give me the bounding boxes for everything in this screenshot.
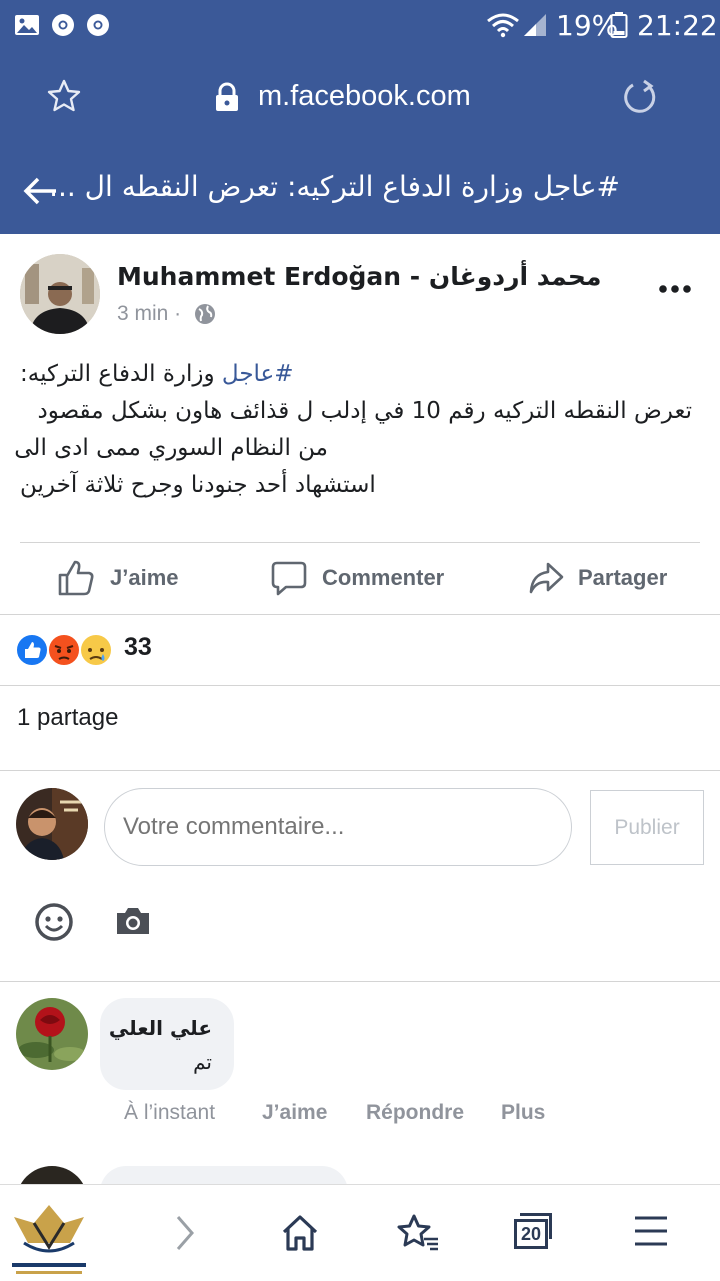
bottom-navigation: 20 — [0, 1184, 720, 1281]
angry-reaction-icon — [47, 633, 81, 667]
post-author-name[interactable]: Muhammet Erdoğan - محمد أردوغان — [117, 262, 601, 291]
lock-icon — [216, 82, 238, 111]
divider — [0, 614, 720, 615]
comment-author[interactable]: علي العلي — [109, 1016, 212, 1040]
page-header: #عاجل وزارة الدفاع التركيه: تعرض النقطه … — [0, 146, 720, 234]
current-user-avatar — [16, 788, 88, 860]
comment-bubble[interactable]: علي العلي تم — [100, 998, 234, 1090]
bookmark-star-icon[interactable] — [46, 78, 82, 114]
battery-icon — [610, 12, 628, 38]
post-line-1-colon: : — [20, 361, 28, 387]
post-line-4: استشهاد أحد جنودنا وجرح ثلاثة آخرين — [20, 472, 376, 498]
forward-icon[interactable] — [174, 1213, 196, 1253]
thumbs-up-icon — [58, 560, 94, 596]
like-button[interactable]: J’aime — [56, 556, 179, 600]
publish-button[interactable]: Publier — [590, 790, 704, 865]
more-options-icon[interactable] — [658, 284, 692, 294]
post-text: #عاجل وزارة الدفاع التركيه: تعرض النقطه … — [14, 356, 692, 504]
bookmarks-icon[interactable] — [396, 1213, 440, 1253]
signal-icon — [524, 14, 546, 36]
chrome-icon — [52, 14, 74, 36]
home-icon[interactable] — [280, 1213, 320, 1253]
rose-photo — [16, 998, 88, 1070]
sticker-smiley-icon[interactable] — [34, 902, 74, 942]
author-avatar[interactable] — [20, 254, 100, 334]
share-button[interactable]: Partager — [528, 556, 667, 600]
post-line-1-text: وزارة الدفاع التركيه — [27, 361, 215, 387]
like-label: J’aime — [110, 565, 179, 590]
divider — [20, 542, 700, 543]
post-line-2: تعرض النقطه التركيه رقم 10 في إدلب ل قذا… — [37, 398, 692, 424]
comment-label: Commenter — [322, 565, 445, 590]
divider — [0, 685, 720, 686]
current-user-photo — [16, 788, 88, 860]
author-photo — [20, 254, 100, 334]
status-bar: 19% 21:22 — [0, 0, 720, 50]
divider — [0, 770, 720, 771]
reload-icon[interactable] — [621, 78, 659, 116]
page-title: #عاجل وزارة الدفاع التركيه: تعرض النقطه … — [49, 170, 620, 203]
chrome-icon-2 — [87, 14, 109, 36]
comment-button[interactable]: Commenter — [270, 556, 444, 600]
comment-bubble-icon — [271, 561, 307, 596]
tabs-button[interactable]: 20 — [512, 1213, 554, 1253]
forum-watermark-logo — [12, 1205, 86, 1274]
reactions-summary[interactable] — [15, 632, 119, 668]
tabs-count: 20 — [514, 1219, 548, 1249]
hashtag-link[interactable]: #عاجل — [222, 361, 294, 387]
share-arrow-icon — [529, 562, 564, 594]
menu-icon[interactable] — [634, 1213, 668, 1249]
share-label: Partager — [578, 565, 668, 590]
camera-icon[interactable] — [114, 904, 152, 938]
globe-icon — [195, 304, 215, 324]
clock: 21:22 — [637, 9, 718, 42]
comment-time: À l’instant — [124, 1101, 216, 1124]
battery-percent: 19% — [556, 9, 619, 42]
shares-count[interactable]: 1 partage — [17, 704, 118, 732]
comment-reply-button[interactable]: Répondre — [366, 1101, 464, 1125]
comment-more-button[interactable]: Plus — [501, 1101, 545, 1125]
url-text[interactable]: m.facebook.com — [258, 80, 471, 113]
divider — [0, 981, 720, 982]
post-line-3: من النظام السوري ممى ادى الى — [14, 435, 328, 461]
sad-reaction-icon — [79, 633, 113, 667]
post-line-1: #عاجل وزارة الدفاع التركيه: — [20, 356, 294, 393]
commenter-avatar[interactable] — [16, 998, 88, 1070]
post-timestamp[interactable]: 3 min · — [117, 302, 181, 326]
browser-url-bar: m.facebook.com — [0, 50, 720, 146]
comment-like-button[interactable]: J’aime — [262, 1101, 327, 1125]
comment-input[interactable] — [104, 788, 572, 866]
comment-text: تم — [193, 1050, 212, 1074]
like-reaction-icon — [15, 633, 49, 667]
gallery-icon — [15, 15, 39, 35]
reactions-count[interactable]: 33 — [124, 633, 152, 662]
wifi-icon — [487, 13, 519, 38]
